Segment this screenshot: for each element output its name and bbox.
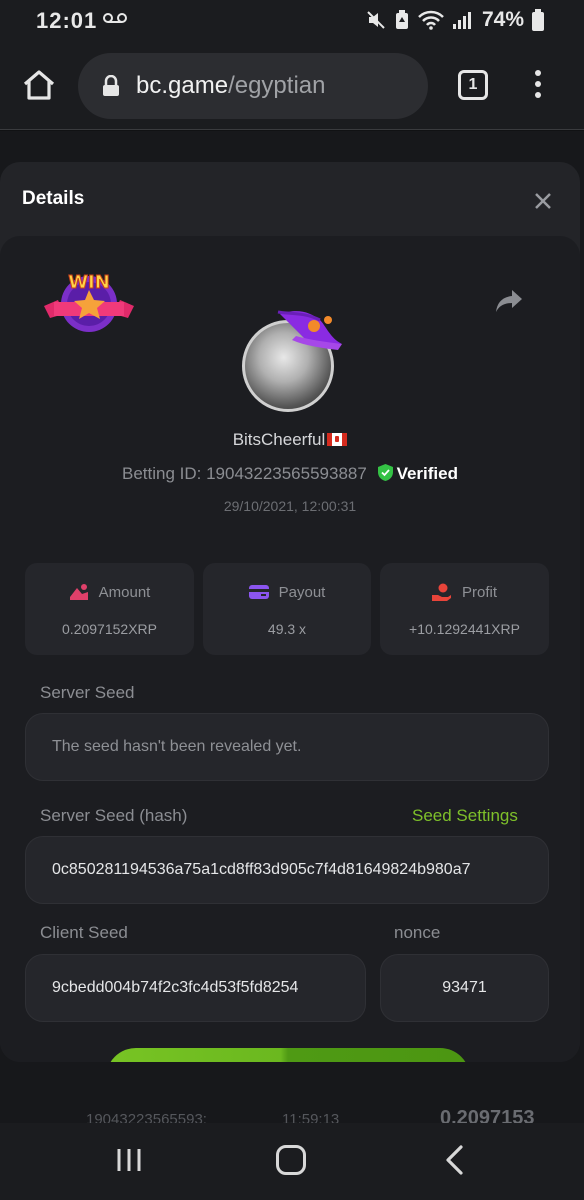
recent-apps-icon[interactable] (116, 1147, 142, 1173)
svg-text:WIN: WIN (68, 272, 110, 293)
seed-settings-link[interactable]: Seed Settings (412, 806, 518, 826)
server-seed-field: The seed hasn't been revealed yet. (25, 713, 549, 781)
battery-icon (532, 9, 544, 31)
amount-label: Amount (98, 583, 151, 601)
hand-coin-icon (431, 583, 451, 601)
amount-value: 0.2097152XRP (62, 621, 157, 637)
canada-flag-icon (327, 433, 348, 446)
url-path: /egyptian (228, 72, 326, 99)
verified-badge: Verified (377, 464, 458, 484)
browser-toolbar: bc.game/egyptian 1 (0, 42, 584, 130)
battery-percent: 74% (481, 8, 524, 31)
card-icon (248, 585, 269, 599)
amount-stat: Amount 0.2097152XRP (25, 563, 194, 655)
url-host: bc.game (136, 72, 229, 99)
payout-stat: Payout 49.3 x (203, 563, 371, 655)
profit-value: +10.1292441XRP (409, 621, 520, 637)
user-avatar-group (240, 306, 360, 416)
win-badge-icon: WIN (44, 272, 134, 332)
nonce-field[interactable]: 93471 (380, 954, 549, 1022)
nonce-label: nonce (394, 923, 441, 942)
server-seed-hash-label: Server Seed (hash) (40, 806, 188, 825)
client-seed-label: Client Seed (40, 923, 128, 942)
server-seed-label: Server Seed (40, 683, 135, 702)
address-bar[interactable]: bc.game/egyptian (78, 53, 428, 119)
profit-stat: Profit +10.1292441XRP (380, 563, 549, 655)
shield-check-icon (377, 464, 393, 481)
username-text: BitsCheerful (232, 430, 326, 449)
voicemail-icon (103, 13, 127, 23)
wifi-icon (418, 10, 444, 30)
betting-id-row: Betting ID: 19043223565593887 Verified (0, 464, 580, 484)
battery-saver-icon (395, 10, 408, 29)
status-bar: 12:01 74% (0, 0, 584, 42)
verified-label: Verified (396, 464, 458, 483)
system-nav-bar (0, 1123, 584, 1200)
witch-hat-icon (277, 310, 342, 350)
details-card: WIN BitsCheerful Betting ID: 19043223565… (0, 236, 580, 1062)
share-icon[interactable] (494, 288, 524, 314)
profit-label: Profit (461, 583, 497, 601)
verify-button[interactable] (106, 1048, 470, 1062)
back-icon[interactable] (444, 1145, 464, 1175)
modal-title: Details (22, 188, 85, 209)
bet-datetime: 29/10/2021, 12:00:31 (223, 498, 357, 514)
payout-label: Payout (278, 583, 326, 601)
clock: 12:01 (36, 8, 98, 33)
server-seed-hash-field[interactable]: 0c850281194536a75a1cd8ff83d905c7f4d81649… (25, 836, 549, 904)
mute-icon (367, 11, 385, 29)
url-text: bc.game/egyptian (136, 72, 325, 100)
client-seed-field[interactable]: 9cbedd004b74f2c3fc4d53f5fd8254 (25, 954, 366, 1022)
system-home-icon[interactable] (276, 1145, 306, 1175)
home-icon[interactable] (22, 68, 56, 102)
bet-details-modal: Details WIN BitsCheerful Betting ID: 190… (0, 162, 580, 1062)
payout-value: 49.3 x (267, 621, 307, 637)
lock-icon (103, 75, 119, 96)
username: BitsCheerful (0, 430, 580, 450)
coins-icon (69, 584, 88, 600)
signal-icon (452, 12, 471, 29)
tab-switcher-button[interactable]: 1 (458, 70, 488, 100)
browser-menu-icon[interactable] (532, 70, 544, 102)
close-icon[interactable] (532, 190, 554, 212)
betting-id[interactable]: Betting ID: 19043223565593887 (122, 464, 367, 483)
